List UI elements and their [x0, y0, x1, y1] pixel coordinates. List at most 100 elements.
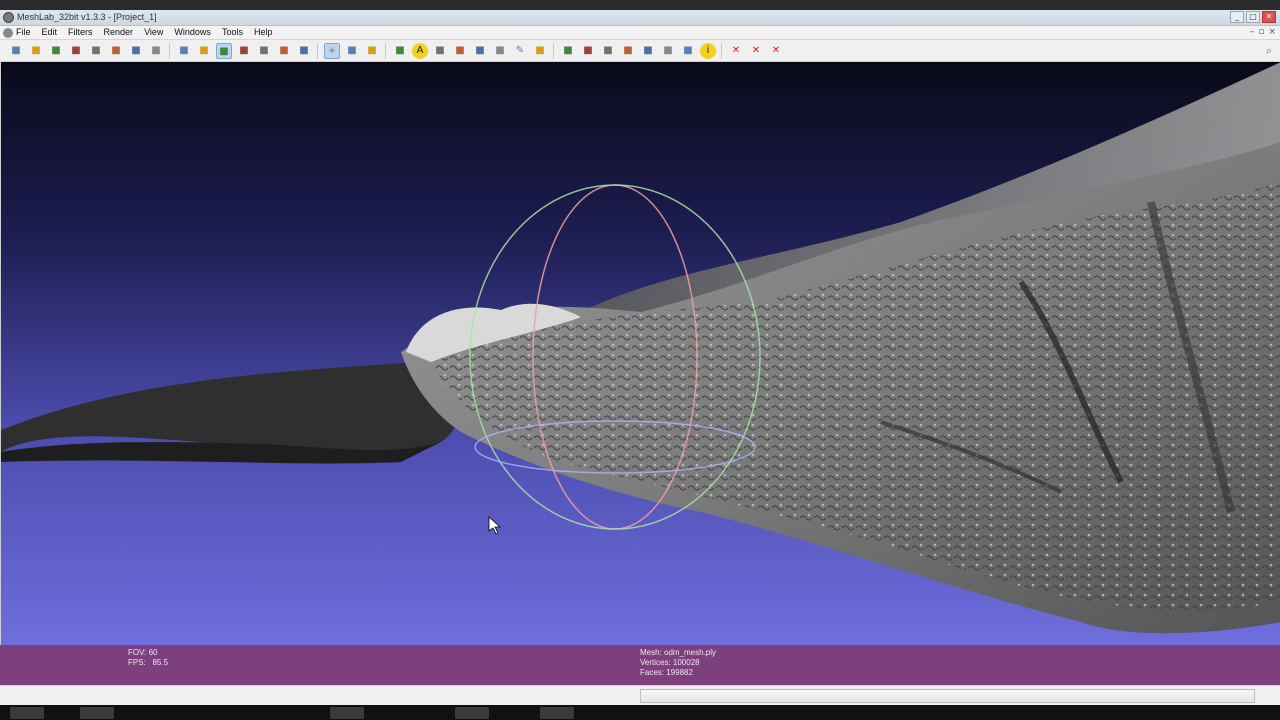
double-side-icon[interactable]: ■ [364, 43, 380, 59]
toolbar-separator [317, 43, 318, 59]
z-paint-icon[interactable]: ■ [532, 43, 548, 59]
manipulator-icon[interactable]: ■ [392, 43, 408, 59]
menu-bar: File Edit Filters Render View Windows To… [0, 26, 1280, 40]
taskbar-item[interactable] [455, 707, 489, 719]
menu-filters[interactable]: Filters [68, 27, 93, 37]
open-mesh-icon[interactable]: ■ [48, 43, 64, 59]
select-connected-icon[interactable]: ■ [600, 43, 616, 59]
hidden-lines-icon[interactable]: ■ [236, 43, 252, 59]
snapshot-icon-glyph: ■ [111, 45, 121, 56]
layers-icon[interactable]: ■ [128, 43, 144, 59]
document-restore-button[interactable]: ▫ [1258, 27, 1264, 37]
open-project-icon-glyph: ■ [31, 45, 41, 56]
taskbar-item[interactable] [540, 707, 574, 719]
info-icon-glyph: A [412, 43, 428, 59]
fancy-lighting-icon[interactable]: ■ [344, 43, 360, 59]
smooth-icon[interactable]: ■ [296, 43, 312, 59]
vertex-count: Vertices: 100028 [640, 658, 700, 667]
wireframe-icon-glyph: ■ [219, 46, 229, 57]
reload-icon[interactable]: ■ [68, 43, 84, 59]
new-project-icon[interactable]: ■ [8, 43, 24, 59]
double-side-icon-glyph: ■ [367, 45, 377, 56]
3d-viewport[interactable] [0, 62, 1280, 645]
paint-brush-icon-glyph: ✎ [515, 45, 525, 56]
flat-icon-glyph: ■ [279, 45, 289, 56]
window-controls: _ □ ✕ [1230, 11, 1276, 23]
paint-icon[interactable]: ■ [492, 43, 508, 59]
light-icon-glyph: ☀ [327, 46, 337, 57]
pick-points-icon-glyph: ■ [683, 45, 693, 56]
align-icon[interactable]: ■ [660, 43, 676, 59]
select-area-icon[interactable]: ■ [620, 43, 636, 59]
close-button[interactable]: ✕ [1262, 11, 1276, 23]
measure-icon-glyph: ■ [475, 45, 485, 56]
main-toolbar: ⌕ ■ ■ ■ ■ ■ ■ ■ ■ ■ ■ ■ ■ ■ ■ ■ ☀ ■ ■ ■ A ■ ■ ■ ■ ✎ ■ ■ ■ ■ ■ ■ ■ ■ i ✕ ✕ ✕ [0, 40, 1280, 62]
wireframe-icon[interactable]: ■ [216, 43, 232, 59]
delete-vertices-icon-glyph: ✕ [751, 45, 761, 56]
align-icon-glyph: ■ [663, 45, 673, 56]
pick-points-icon[interactable]: ■ [680, 43, 696, 59]
select-connected-icon-glyph: ■ [603, 45, 613, 56]
fov-label: FOV: 60 [128, 648, 158, 657]
delete-all-icon[interactable]: ✕ [768, 43, 784, 59]
delete-vertices-icon[interactable]: ✕ [748, 43, 764, 59]
color-select-icon-glyph: ■ [643, 45, 653, 56]
document-minimize-button[interactable]: – [1250, 27, 1255, 37]
save-snapshot-icon[interactable]: ■ [88, 43, 104, 59]
menu-render[interactable]: Render [104, 27, 134, 37]
menu-view[interactable]: View [144, 27, 163, 37]
reload-icon-glyph: ■ [71, 45, 81, 56]
layers-icon-glyph: ■ [131, 45, 141, 56]
menu-tools[interactable]: Tools [222, 27, 243, 37]
fps-label: FPS: [128, 658, 146, 667]
menu-windows[interactable]: Windows [174, 27, 211, 37]
quality-icon[interactable]: ■ [452, 43, 468, 59]
measure-icon[interactable]: ■ [472, 43, 488, 59]
print-icon-glyph: ■ [151, 45, 161, 56]
select-faces-icon[interactable]: ■ [560, 43, 576, 59]
document-icon[interactable] [3, 28, 13, 38]
open-project-icon[interactable]: ■ [28, 43, 44, 59]
maximize-button[interactable]: □ [1246, 11, 1260, 23]
bounding-box-icon[interactable]: ■ [176, 43, 192, 59]
taskbar-item[interactable] [80, 707, 114, 719]
texture-icon[interactable]: ■ [432, 43, 448, 59]
toolbar-separator [169, 43, 170, 59]
points-icon[interactable]: ■ [196, 43, 212, 59]
taskbar-item[interactable] [10, 707, 44, 719]
info-panel: FOV: 60 FPS: 85.5 Mesh: odm_mesh.ply Ver… [0, 645, 1280, 685]
minimize-button[interactable]: _ [1230, 11, 1244, 23]
menu-help[interactable]: Help [254, 27, 273, 37]
open-mesh-icon-glyph: ■ [51, 45, 61, 56]
face-count: Faces: 199882 [640, 668, 693, 677]
cursor-icon [488, 516, 502, 535]
delete-faces-icon[interactable]: ✕ [728, 43, 744, 59]
flat-lines-icon[interactable]: ■ [256, 43, 272, 59]
mesh-stats: Mesh: odm_mesh.ply Vertices: 100028 Face… [640, 648, 716, 678]
about-icon[interactable]: i [700, 43, 716, 59]
title-bar: MeshLab_32bit v1.3.3 - [Project_1] _ □ ✕ [0, 10, 1280, 26]
mesh-name: Mesh: odm_mesh.ply [640, 648, 717, 657]
delete-all-icon-glyph: ✕ [771, 45, 781, 56]
taskbar-item[interactable] [330, 707, 364, 719]
window-title: MeshLab_32bit v1.3.3 - [Project_1] [17, 12, 157, 22]
paint-brush-icon[interactable]: ✎ [512, 43, 528, 59]
print-icon[interactable]: ■ [148, 43, 164, 59]
menu-edit[interactable]: Edit [42, 27, 58, 37]
toolbar-separator [721, 43, 722, 59]
z-paint-icon-glyph: ■ [535, 45, 545, 56]
flat-icon[interactable]: ■ [276, 43, 292, 59]
progress-bar [640, 689, 1255, 703]
status-bar [0, 685, 1280, 705]
document-close-button[interactable]: × [1268, 27, 1276, 37]
document-controls: – ▫ × [1250, 27, 1276, 37]
menu-file[interactable]: File [16, 27, 31, 37]
snapshot-icon[interactable]: ■ [108, 43, 124, 59]
fps-value: 85.5 [152, 658, 169, 667]
color-select-icon[interactable]: ■ [640, 43, 656, 59]
select-vertices-icon-glyph: ■ [583, 45, 593, 56]
info-icon[interactable]: A [412, 43, 428, 59]
search-icon[interactable]: ⌕ [1266, 44, 1272, 58]
select-vertices-icon[interactable]: ■ [580, 43, 596, 59]
light-icon[interactable]: ☀ [324, 43, 340, 59]
